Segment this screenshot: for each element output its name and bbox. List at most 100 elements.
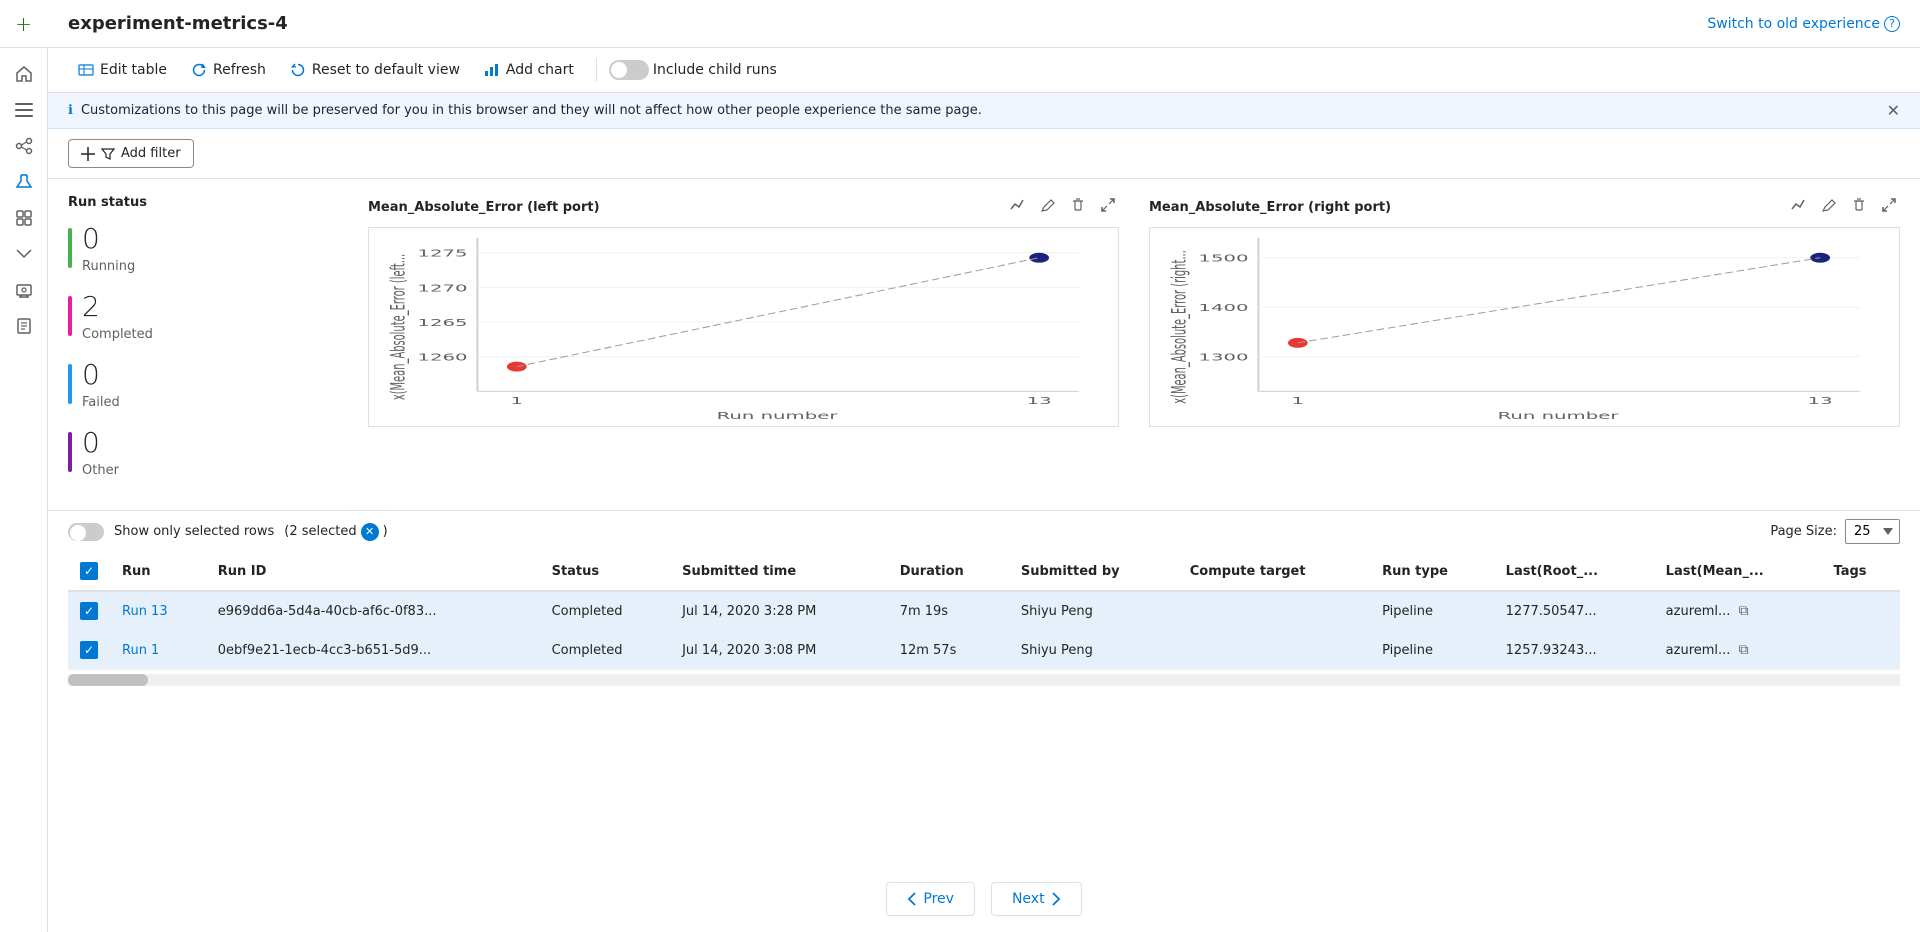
sidebar-item-home[interactable] bbox=[14, 64, 34, 84]
row1-run-id: e969dd6a-5d4a-40cb-af6c-0f83... bbox=[206, 591, 540, 631]
chart-right-expand-btn[interactable] bbox=[1878, 195, 1900, 219]
filter-funnel-icon bbox=[101, 147, 115, 161]
add-filter-button[interactable]: Add filter bbox=[68, 139, 194, 168]
chart-left-wrapper: x(Mean_Absolute_Error (left... 1260 1265 bbox=[368, 227, 1119, 427]
header-run-type: Run type bbox=[1370, 552, 1494, 591]
row2-submitted-time: Jul 14, 2020 3:08 PM bbox=[670, 631, 888, 670]
svg-text:1: 1 bbox=[1292, 395, 1305, 406]
prev-label: Prev bbox=[923, 891, 954, 907]
include-child-runs-toggle[interactable] bbox=[609, 60, 649, 80]
row1-checkbox-cell[interactable]: ✓ bbox=[68, 591, 110, 631]
chart-left-line-btn[interactable] bbox=[1005, 195, 1029, 219]
svg-text:1: 1 bbox=[511, 395, 524, 406]
row2-copy-icon[interactable]: ⧉ bbox=[1739, 642, 1749, 658]
row1-last-mean-text: azureml... bbox=[1666, 604, 1731, 619]
row1-copy-icon[interactable]: ⧉ bbox=[1739, 603, 1749, 619]
row2-run: Run 1 bbox=[110, 631, 206, 670]
switch-experience-link[interactable]: Switch to old experience ? bbox=[1707, 16, 1900, 32]
sidebar-item-pipelines[interactable] bbox=[14, 136, 34, 156]
edit-table-button[interactable]: Edit table bbox=[68, 56, 177, 84]
row2-run-type: Pipeline bbox=[1370, 631, 1494, 670]
row1-status: Completed bbox=[540, 591, 671, 631]
sidebar-item-datasets[interactable] bbox=[14, 208, 34, 228]
table-scrollbar[interactable] bbox=[68, 674, 1900, 686]
other-text: 0 Other bbox=[82, 426, 119, 478]
sidebar-item-endpoints[interactable] bbox=[14, 244, 34, 264]
status-running-row: 0 Running bbox=[68, 222, 348, 274]
clear-selection-button[interactable]: ✕ bbox=[361, 523, 379, 541]
add-chart-button[interactable]: Add chart bbox=[474, 56, 584, 84]
failed-text: 0 Failed bbox=[82, 358, 120, 410]
reset-view-button[interactable]: Reset to default view bbox=[280, 56, 470, 84]
show-selected-slider bbox=[68, 523, 104, 541]
edit-icon bbox=[1041, 198, 1055, 212]
table-row: ✓ Run 1 0ebf9e21-1ecb-4cc3-b651-5d9... C… bbox=[68, 631, 1900, 670]
table-row: ✓ Run 13 e969dd6a-5d4a-40cb-af6c-0f83...… bbox=[68, 591, 1900, 631]
prev-button[interactable]: Prev bbox=[886, 882, 975, 916]
chart-right-line-btn[interactable] bbox=[1786, 195, 1810, 219]
sidebar-logo[interactable]: + bbox=[0, 0, 48, 48]
chart-right-wrapper: x(Mean_Absolute_Error (right... 1300 140… bbox=[1149, 227, 1900, 427]
edit-table-icon bbox=[78, 62, 94, 78]
row1-last-root: 1277.50547... bbox=[1494, 591, 1654, 631]
toolbar-divider bbox=[596, 58, 597, 82]
table-area: ✓ Run Run ID Status Submitted time Durat… bbox=[48, 552, 1920, 866]
header-submitted-time: Submitted time bbox=[670, 552, 888, 591]
failed-label: Failed bbox=[82, 395, 120, 410]
header-last-mean: Last(Mean_... bbox=[1654, 552, 1822, 591]
chart-left-title: Mean_Absolute_Error (left port) bbox=[368, 200, 600, 215]
run-status-title: Run status bbox=[68, 195, 348, 210]
info-icon: ℹ bbox=[68, 103, 73, 118]
row2-run-link[interactable]: Run 1 bbox=[122, 643, 159, 658]
refresh-icon bbox=[191, 62, 207, 78]
next-button[interactable]: Next bbox=[991, 882, 1082, 916]
row1-compute-target bbox=[1178, 591, 1370, 631]
header-status: Status bbox=[540, 552, 671, 591]
select-all-checkbox[interactable]: ✓ bbox=[80, 562, 98, 580]
chart-left-expand-btn[interactable] bbox=[1097, 195, 1119, 219]
svg-text:1400: 1400 bbox=[1198, 302, 1248, 313]
table-scrollbar-thumb[interactable] bbox=[68, 674, 148, 686]
chart-right-edit-btn[interactable] bbox=[1818, 195, 1840, 219]
running-label: Running bbox=[82, 259, 135, 274]
row1-run-type: Pipeline bbox=[1370, 591, 1494, 631]
table-header: ✓ Run Run ID Status Submitted time Durat… bbox=[68, 552, 1900, 591]
next-label: Next bbox=[1012, 891, 1045, 907]
info-bar: ℹ Customizations to this page will be pr… bbox=[48, 93, 1920, 129]
info-close-button[interactable]: ✕ bbox=[1887, 101, 1900, 120]
running-count: 0 bbox=[82, 222, 135, 255]
chart-right-delete-btn[interactable] bbox=[1848, 195, 1870, 219]
page-size-select[interactable]: 25 50 100 bbox=[1845, 519, 1900, 544]
sidebar-item-compute[interactable] bbox=[14, 280, 34, 300]
failed-bar bbox=[68, 364, 72, 404]
row2-last-root: 1257.93243... bbox=[1494, 631, 1654, 670]
sidebar-item-menu[interactable] bbox=[14, 100, 34, 120]
other-bar bbox=[68, 432, 72, 472]
svg-text:13: 13 bbox=[1027, 395, 1052, 406]
chart-left-edit-btn[interactable] bbox=[1037, 195, 1059, 219]
row2-duration: 12m 57s bbox=[888, 631, 1009, 670]
svg-text:Run number: Run number bbox=[717, 410, 839, 421]
refresh-button[interactable]: Refresh bbox=[181, 56, 276, 84]
sidebar-item-experiments[interactable] bbox=[14, 172, 34, 192]
row1-checkbox[interactable]: ✓ bbox=[80, 602, 98, 620]
delete-icon-r bbox=[1852, 198, 1866, 212]
sidebar: + bbox=[0, 0, 48, 932]
show-selected-toggle-switch[interactable] bbox=[68, 523, 104, 541]
table-body: ✓ Run 13 e969dd6a-5d4a-40cb-af6c-0f83...… bbox=[68, 591, 1900, 670]
header-row: ✓ Run Run ID Status Submitted time Durat… bbox=[68, 552, 1900, 591]
edit-table-label: Edit table bbox=[100, 62, 167, 78]
chart-left-delete-btn[interactable] bbox=[1067, 195, 1089, 219]
filter-icon bbox=[81, 147, 95, 161]
main-content: experiment-metrics-4 Switch to old exper… bbox=[48, 0, 1920, 932]
header-checkbox-cell[interactable]: ✓ bbox=[68, 552, 110, 591]
svg-text:x(Mean_Absolute_Error (right..: x(Mean_Absolute_Error (right... bbox=[1168, 250, 1192, 404]
sidebar-item-notebooks[interactable] bbox=[14, 316, 34, 336]
row1-run-link[interactable]: Run 13 bbox=[122, 604, 168, 619]
svg-text:x(Mean_Absolute_Error (left...: x(Mean_Absolute_Error (left... bbox=[387, 254, 411, 400]
row2-checkbox-cell[interactable]: ✓ bbox=[68, 631, 110, 670]
row2-checkbox[interactable]: ✓ bbox=[80, 641, 98, 659]
add-filter-label: Add filter bbox=[121, 146, 181, 161]
svg-text:1270: 1270 bbox=[417, 282, 467, 293]
row1-submitted-time: Jul 14, 2020 3:28 PM bbox=[670, 591, 888, 631]
